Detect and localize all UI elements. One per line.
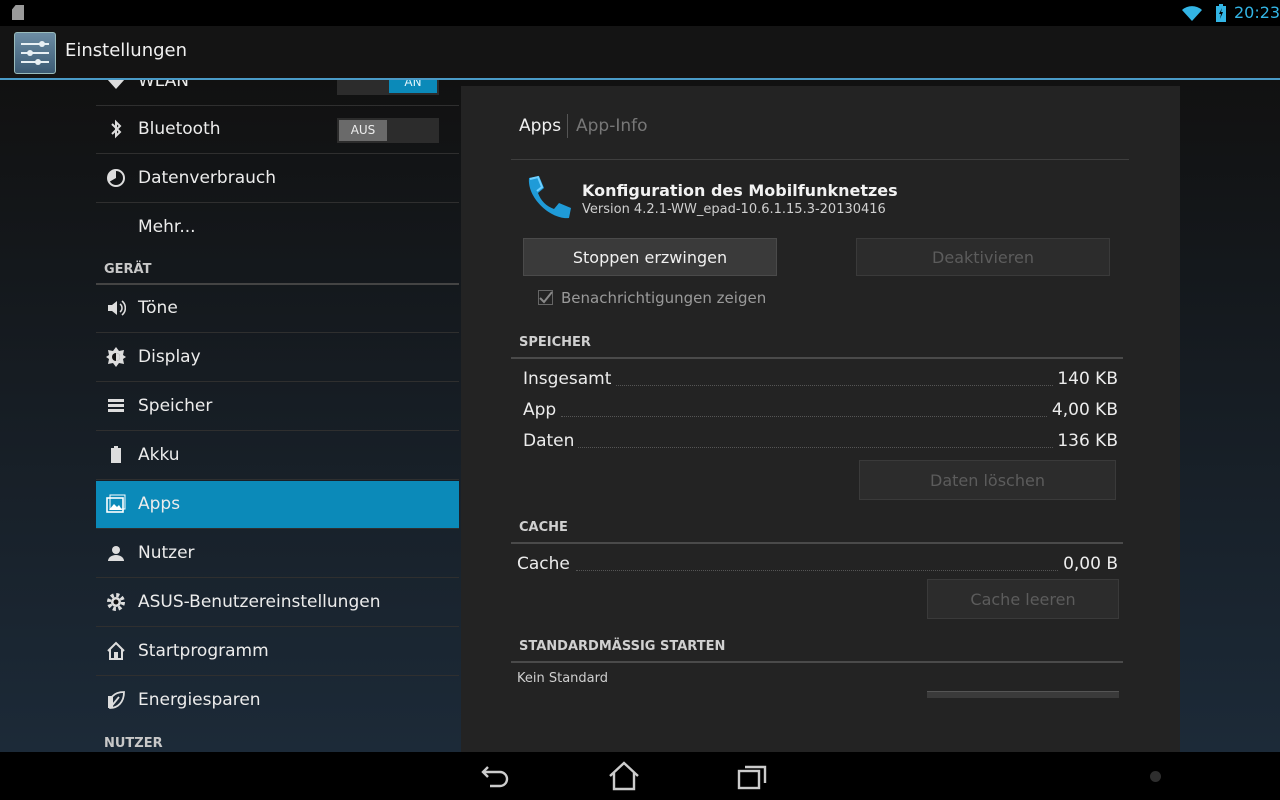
sidebar-item-more[interactable]: Mehr... [96,204,459,252]
back-icon[interactable] [478,758,514,794]
storage-data-label: Daten [523,431,579,451]
speaker-icon [108,300,126,316]
sidebar-item-apps[interactable]: Apps [96,481,459,529]
app-version: Version 4.2.1-WW_epad-10.6.1.15.3-201304… [582,202,886,217]
sidebar-item-label: Nutzer [138,543,195,563]
launch-default-text: Kein Standard [517,671,608,686]
storage-data-value: 136 KB [1053,431,1118,451]
storage-icon [108,399,124,412]
section-header-launch-default: STANDARDMÄSSIG STARTEN [519,639,726,654]
sidebar-item-label: Energiesparen [138,690,261,710]
dotted-leader [561,416,1081,417]
toggle-off-knob: AUS [339,120,387,141]
apps-icon [106,494,126,513]
wlan-toggle[interactable]: AN [337,80,439,95]
force-stop-button[interactable]: Stoppen erzwingen [523,238,777,276]
battery-icon [111,446,121,463]
section-header-device: GERÄT [104,262,152,277]
navigation-bar [0,752,1280,800]
notifications-checkbox[interactable] [538,290,553,305]
page-title: Einstellungen [65,40,188,61]
checkmark-icon [539,291,553,304]
sidebar-item-label: Datenverbrauch [138,168,277,188]
sidebar-item-battery[interactable]: Akku [96,432,459,480]
gear-icon [107,593,125,611]
sidebar-item-display[interactable]: Display [96,334,459,382]
sidebar-item-power-saving[interactable]: Energiesparen [96,677,459,725]
clear-data-button[interactable]: Daten löschen [859,460,1116,500]
action-bar: Einstellungen [0,26,1280,80]
storage-total-value: 140 KB [1053,369,1118,389]
clear-defaults-button[interactable] [927,691,1119,698]
sidebar-item-label: Startprogramm [138,641,269,661]
sidebar-item-storage[interactable]: Speicher [96,383,459,431]
leaf-icon [108,691,125,709]
sidebar-item-wlan[interactable]: WLAN AN [96,80,459,106]
sidebar-item-label: Mehr... [138,217,196,237]
section-divider [511,542,1123,544]
sidebar-item-label: Apps [138,494,181,514]
storage-total-label: Insgesamt [523,369,616,389]
sidebar-item-label: ASUS-Benutzereinstellungen [138,592,381,612]
sidebar-item-label: WLAN [138,80,190,91]
wifi-icon [1182,6,1202,21]
bluetooth-icon [111,119,122,139]
home-icon[interactable] [606,758,642,794]
section-header-cache: CACHE [519,520,568,535]
sidebar-item-label: Speicher [138,396,213,416]
sidebar-item-users[interactable]: Nutzer [96,530,459,578]
sidebar-item-sound[interactable]: Töne [96,285,459,333]
section-header-storage: SPEICHER [519,335,591,350]
sidebar-item-label: Akku [138,445,180,465]
divider [511,159,1129,160]
section-header-users: NUTZER [104,736,163,751]
cache-value: 0,00 B [1059,554,1118,574]
sidebar-item-bluetooth[interactable]: Bluetooth AUS [96,106,459,154]
sidebar-item-label: Display [138,347,201,367]
bluetooth-toggle[interactable]: AUS [337,118,439,143]
disable-button[interactable]: Deaktivieren [856,238,1110,276]
breadcrumb-apps[interactable]: Apps [519,116,561,136]
dotted-leader [611,385,1091,386]
sidebar-item-data-usage[interactable]: Datenverbrauch [96,155,459,203]
section-divider [511,661,1123,663]
toggle-on-knob: AN [389,80,437,93]
sd-card-icon [12,5,24,20]
breadcrumb-app-info: App-Info [576,116,648,136]
phone-icon [528,175,571,219]
app-name: Konfiguration des Mobilfunknetzes [582,181,898,200]
sidebar-item-label: Bluetooth [138,119,221,139]
storage-app-value: 4,00 KB [1047,400,1118,420]
dotted-leader [576,570,1076,571]
brightness-icon [106,347,126,367]
recent-apps-icon[interactable] [734,758,770,794]
settings-list[interactable]: WLAN AN Bluetooth AUS Datenverbrauch Meh… [96,80,459,752]
user-icon [108,546,124,561]
home-icon [107,641,125,660]
battery-icon [1216,4,1226,22]
status-dot-icon [1150,771,1161,782]
wifi-icon [107,80,125,89]
breadcrumb-divider [567,114,568,138]
dotted-leader [571,447,1091,448]
section-divider [511,357,1123,359]
clock: 20:23 [1234,3,1280,22]
notifications-label: Benachrichtigungen zeigen [561,289,767,307]
sidebar-item-asus-settings[interactable]: ASUS-Benutzereinstellungen [96,579,459,627]
app-info-panel: Apps App-Info Konfiguration des Mobilfun… [461,86,1180,752]
cache-label: Cache [517,554,574,574]
data-usage-icon [107,169,125,187]
settings-sliders-icon[interactable] [14,32,56,74]
sidebar-item-launcher[interactable]: Startprogramm [96,628,459,676]
clear-cache-button[interactable]: Cache leeren [927,579,1119,619]
storage-app-label: App [523,400,561,420]
status-bar: 20:23 [0,0,1280,26]
sidebar-item-label: Töne [138,298,178,318]
